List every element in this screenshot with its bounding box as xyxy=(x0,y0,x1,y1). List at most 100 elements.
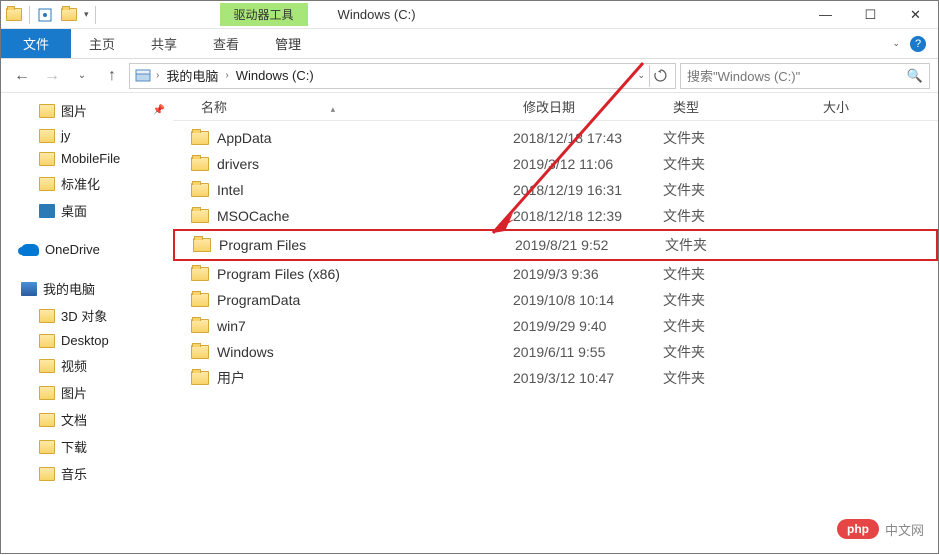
sidebar-item[interactable]: OneDrive xyxy=(1,238,173,261)
sidebar-item[interactable]: 图片 📌 xyxy=(1,97,173,124)
properties-icon[interactable] xyxy=(36,6,54,24)
sidebar-item[interactable]: 下载 xyxy=(1,433,173,460)
file-type: 文件夹 xyxy=(665,235,815,255)
back-button[interactable]: ← xyxy=(9,63,35,89)
address-bar[interactable]: › 我的电脑 › Windows (C:) ⌄ xyxy=(129,63,676,89)
file-name: 用户 xyxy=(217,368,245,388)
folder-icon xyxy=(39,177,55,191)
context-tab-label: 驱动器工具 xyxy=(220,3,308,26)
sidebar-item[interactable]: 视频 xyxy=(1,352,173,379)
sidebar-item[interactable]: Desktop xyxy=(1,329,173,352)
file-type: 文件夹 xyxy=(663,368,813,388)
main-area: 图片 📌 jy MobileFile 标准化桌面 OneDrive 我的电脑3D 对象Des… xyxy=(1,93,938,555)
breadcrumb-seg-1[interactable]: 我的电脑 xyxy=(163,66,221,85)
file-date: 2018/12/18 17:43 xyxy=(513,130,663,146)
close-button[interactable]: ✕ xyxy=(893,1,938,29)
tab-home[interactable]: 主页 xyxy=(71,29,133,58)
file-row[interactable]: AppData2018/12/18 17:43文件夹 xyxy=(173,125,938,151)
file-row[interactable]: Windows2019/6/11 9:55文件夹 xyxy=(173,339,938,365)
folder-icon xyxy=(39,467,55,481)
desktop-icon xyxy=(39,204,55,218)
search-input[interactable]: 搜索"Windows (C:)" 🔍 xyxy=(680,63,930,89)
file-type: 文件夹 xyxy=(663,154,813,174)
navigation-pane[interactable]: 图片 📌 jy MobileFile 标准化桌面 OneDrive 我的电脑3D 对象Des… xyxy=(1,93,173,555)
folder-icon xyxy=(191,131,209,145)
sidebar-item[interactable]: jy xyxy=(1,124,173,147)
help-icon[interactable]: ? xyxy=(910,36,926,52)
recent-dropdown[interactable]: ⌄ xyxy=(69,63,95,89)
file-name: ProgramData xyxy=(217,292,300,308)
file-row[interactable]: Program Files (x86)2019/9/3 9:36文件夹 xyxy=(173,261,938,287)
pin-icon: 📌 xyxy=(153,105,165,116)
sidebar-item[interactable]: 标准化 xyxy=(1,170,173,197)
sidebar-item-label: OneDrive xyxy=(45,242,100,257)
file-type: 文件夹 xyxy=(663,316,813,336)
column-header-date[interactable]: 修改日期 xyxy=(513,97,663,116)
forward-button[interactable]: → xyxy=(39,63,65,89)
search-icon[interactable]: 🔍 xyxy=(907,68,923,84)
breadcrumb-seg-2[interactable]: Windows (C:) xyxy=(233,68,317,83)
ribbon-expand-icon[interactable]: ⌄ xyxy=(892,38,900,49)
file-row[interactable]: 用户2019/3/12 10:47文件夹 xyxy=(173,365,938,391)
folder-icon xyxy=(191,209,209,223)
folder-icon xyxy=(193,238,211,252)
navigation-bar: ← → ⌄ ↑ › 我的电脑 › Windows (C:) ⌄ 搜索"Windo… xyxy=(1,59,938,93)
folder-icon xyxy=(39,440,55,454)
sidebar-item-label: jy xyxy=(61,128,70,143)
file-row[interactable]: Program Files 2019/8/21 9:52文件夹 xyxy=(173,229,938,261)
tab-file[interactable]: 文件 xyxy=(1,29,71,58)
folder-icon xyxy=(191,319,209,333)
file-type: 文件夹 xyxy=(663,290,813,310)
tab-share[interactable]: 共享 xyxy=(133,29,195,58)
refresh-button[interactable] xyxy=(649,65,671,87)
file-row[interactable]: drivers2019/3/12 11:06文件夹 xyxy=(173,151,938,177)
sidebar-item-label: 图片 xyxy=(61,101,87,120)
tab-manage[interactable]: 管理 xyxy=(257,29,319,58)
file-type: 文件夹 xyxy=(663,180,813,200)
file-name: Program Files xyxy=(219,237,306,253)
sidebar-item[interactable]: MobileFile xyxy=(1,147,173,170)
sidebar-item-label: 桌面 xyxy=(61,201,87,220)
divider xyxy=(29,6,30,24)
chevron-right-icon[interactable]: › xyxy=(154,70,161,81)
file-date: 2018/12/18 12:39 xyxy=(513,208,663,224)
file-date: 2019/10/8 10:14 xyxy=(513,292,663,308)
sidebar-item[interactable]: 3D 对象 xyxy=(1,302,173,329)
address-dropdown-icon[interactable]: ⌄ xyxy=(637,70,645,81)
pc-icon xyxy=(21,282,37,296)
folder-icon-2[interactable] xyxy=(60,6,78,24)
up-button[interactable]: ↑ xyxy=(99,63,125,89)
column-header-type[interactable]: 类型 xyxy=(663,97,813,116)
file-row[interactable]: Intel2018/12/19 16:31文件夹 xyxy=(173,177,938,203)
tab-view[interactable]: 查看 xyxy=(195,29,257,58)
folder-icon xyxy=(39,334,55,348)
folder-icon xyxy=(39,104,55,118)
sidebar-item[interactable]: 我的电脑 xyxy=(1,275,173,302)
file-date: 2019/8/21 9:52 xyxy=(515,237,665,253)
column-headers: 名称 ▴ 修改日期 类型 大小 xyxy=(173,93,938,121)
sidebar-item[interactable]: 桌面 xyxy=(1,197,173,224)
sidebar-item[interactable]: 文档 xyxy=(1,406,173,433)
column-header-size[interactable]: 大小 xyxy=(813,97,938,116)
file-list[interactable]: AppData2018/12/18 17:43文件夹drivers2019/3/… xyxy=(173,121,938,555)
file-row[interactable]: MSOCache2018/12/18 12:39文件夹 xyxy=(173,203,938,229)
sidebar-item[interactable]: 音乐 xyxy=(1,460,173,487)
file-row[interactable]: win72019/9/29 9:40文件夹 xyxy=(173,313,938,339)
chevron-right-icon[interactable]: › xyxy=(223,70,230,81)
file-row[interactable]: ProgramData 2019/10/8 10:14文件夹 xyxy=(173,287,938,313)
column-header-name[interactable]: 名称 ▴ xyxy=(173,97,513,116)
drive-icon xyxy=(134,67,152,85)
qat-dropdown-icon[interactable]: ▾ xyxy=(84,9,89,20)
sidebar-item[interactable]: 图片 xyxy=(1,379,173,406)
folder-icon xyxy=(191,293,209,307)
maximize-button[interactable]: ☐ xyxy=(848,1,893,29)
folder-icon xyxy=(191,371,209,385)
file-type: 文件夹 xyxy=(663,206,813,226)
sidebar-item-label: MobileFile xyxy=(61,151,120,166)
ribbon-tabs: 文件 主页 共享 查看 管理 ⌄ ? xyxy=(1,29,938,59)
folder-icon xyxy=(191,157,209,171)
sidebar-item-label: 标准化 xyxy=(61,174,100,193)
minimize-button[interactable]: — xyxy=(803,1,848,29)
file-name: drivers xyxy=(217,156,259,172)
file-date: 2018/12/19 16:31 xyxy=(513,182,663,198)
